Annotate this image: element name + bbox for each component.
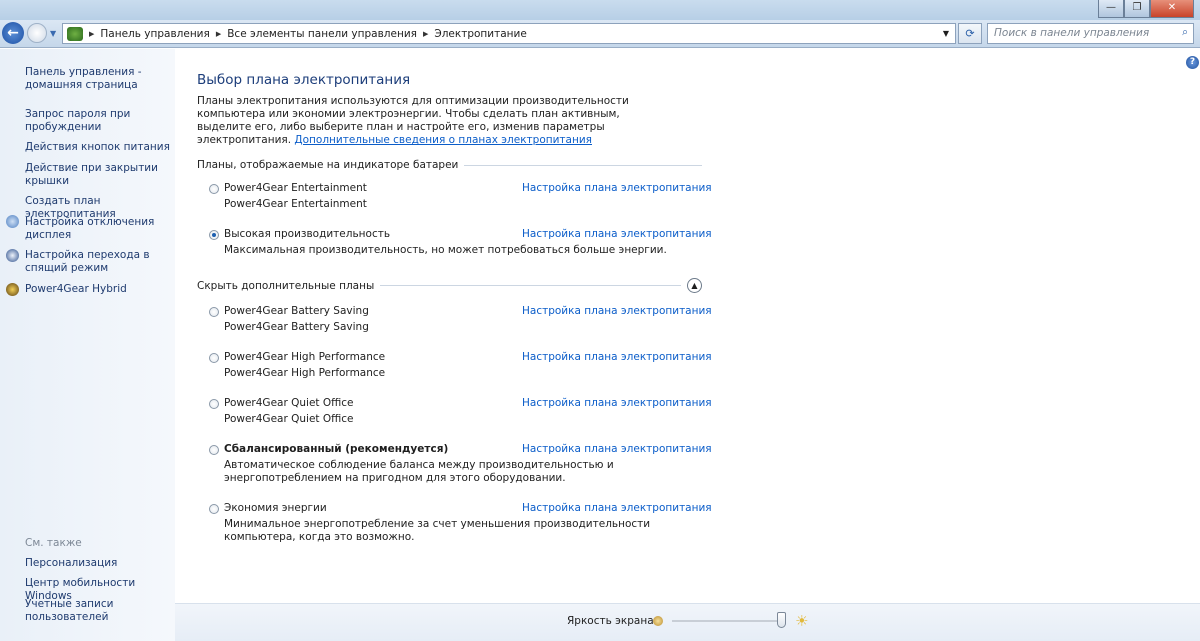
see-also-user-accounts[interactable]: Учетные записи пользователей	[25, 598, 175, 624]
power4gear-icon	[6, 283, 19, 296]
plan-radio[interactable]	[209, 399, 219, 409]
brightness-slider[interactable]	[672, 620, 784, 622]
control-panel-icon	[67, 26, 83, 41]
plan-radio[interactable]	[209, 445, 219, 455]
more-info-link[interactable]: Дополнительные сведения о планах электро…	[294, 134, 592, 146]
see-also-heading: См. также	[25, 537, 82, 549]
forward-button[interactable]	[27, 23, 47, 43]
close-button[interactable]: ✕	[1150, 0, 1194, 18]
sleep-icon	[6, 249, 19, 262]
plan-settings-link[interactable]: Настройка плана электропитания	[522, 351, 712, 363]
search-icon[interactable]: ⌕	[1182, 26, 1188, 39]
brightness-slider-thumb[interactable]	[777, 612, 786, 628]
address-bar[interactable]: ▶ Панель управления ▶ Все элементы панел…	[62, 23, 956, 44]
sidebar-item-home[interactable]: Панель управления - домашняя страница	[25, 66, 175, 92]
breadcrumb-separator-icon[interactable]: ▶	[423, 30, 428, 38]
breadcrumb-separator-icon[interactable]: ▶	[89, 30, 94, 38]
maximize-button[interactable]: ❐	[1124, 0, 1150, 18]
plan-radio[interactable]	[209, 307, 219, 317]
breadcrumb-separator-icon[interactable]: ▶	[216, 30, 221, 38]
search-input[interactable]: Поиск в панели управления ⌕	[987, 23, 1194, 44]
plan-radio-selected[interactable]	[209, 230, 219, 240]
breadcrumb-control-panel[interactable]: Панель управления	[100, 28, 209, 40]
sidebar-item-wake-password[interactable]: Запрос пароля при пробуждении	[25, 108, 175, 134]
minimize-button[interactable]: —	[1098, 0, 1124, 18]
bright-sun-icon: ☀	[795, 612, 809, 630]
refresh-button[interactable]: ⟳	[958, 23, 982, 44]
plan-settings-link[interactable]: Настройка плана электропитания	[522, 502, 712, 514]
sidebar-item-lid-close[interactable]: Действие при закрытии крышки	[25, 162, 175, 188]
page-title: Выбор плана электропитания	[197, 72, 411, 88]
title-bar: — ❐ ✕	[0, 0, 1200, 20]
recent-pages-dropdown[interactable]: ▼	[50, 29, 56, 38]
back-button[interactable]: ←	[2, 22, 24, 44]
sidebar-item-sleep[interactable]: Настройка перехода в спящий режим	[25, 249, 175, 275]
sidebar-item-display-off[interactable]: Настройка отключения дисплея	[25, 216, 175, 242]
plan-settings-link[interactable]: Настройка плана электропитания	[522, 305, 712, 317]
display-icon	[6, 215, 19, 228]
plan-settings-link[interactable]: Настройка плана электропитания	[522, 443, 712, 455]
navigation-bar: ← ▼ ▶ Панель управления ▶ Все элементы п…	[0, 20, 1200, 48]
intro-text: Планы электропитания используются для оп…	[197, 95, 629, 146]
scrollbar[interactable]	[1185, 72, 1200, 603]
sidebar-item-power4gear-hybrid[interactable]: Power4Gear Hybrid	[25, 283, 175, 296]
sidebar-item-power-buttons[interactable]: Действия кнопок питания	[25, 141, 175, 154]
group-battery-plans: Планы, отображаемые на индикаторе батаре…	[197, 159, 702, 171]
address-dropdown-icon[interactable]: ▼	[943, 29, 949, 38]
help-icon[interactable]: ?	[1186, 56, 1199, 69]
sidebar: Панель управления - домашняя страница За…	[0, 49, 175, 641]
breadcrumb-power[interactable]: Электропитание	[434, 28, 526, 40]
brightness-bar: Яркость экрана: ☀	[175, 603, 1200, 641]
chevron-up-icon[interactable]: ▲	[687, 278, 702, 293]
group-additional-plans: Скрыть дополнительные планы ▲	[197, 278, 702, 293]
plan-radio[interactable]	[209, 184, 219, 194]
plan-settings-link[interactable]: Настройка плана электропитания	[522, 182, 712, 194]
plan-radio[interactable]	[209, 504, 219, 514]
main-content: Выбор плана электропитания Планы электро…	[197, 72, 712, 543]
breadcrumb-all-items[interactable]: Все элементы панели управления	[227, 28, 417, 40]
see-also-personalization[interactable]: Персонализация	[25, 557, 175, 570]
brightness-label: Яркость экрана:	[567, 615, 658, 627]
plan-radio[interactable]	[209, 353, 219, 363]
plan-settings-link[interactable]: Настройка плана электропитания	[522, 228, 712, 240]
plan-settings-link[interactable]: Настройка плана электропитания	[522, 397, 712, 409]
dim-brightness-icon	[653, 616, 663, 626]
